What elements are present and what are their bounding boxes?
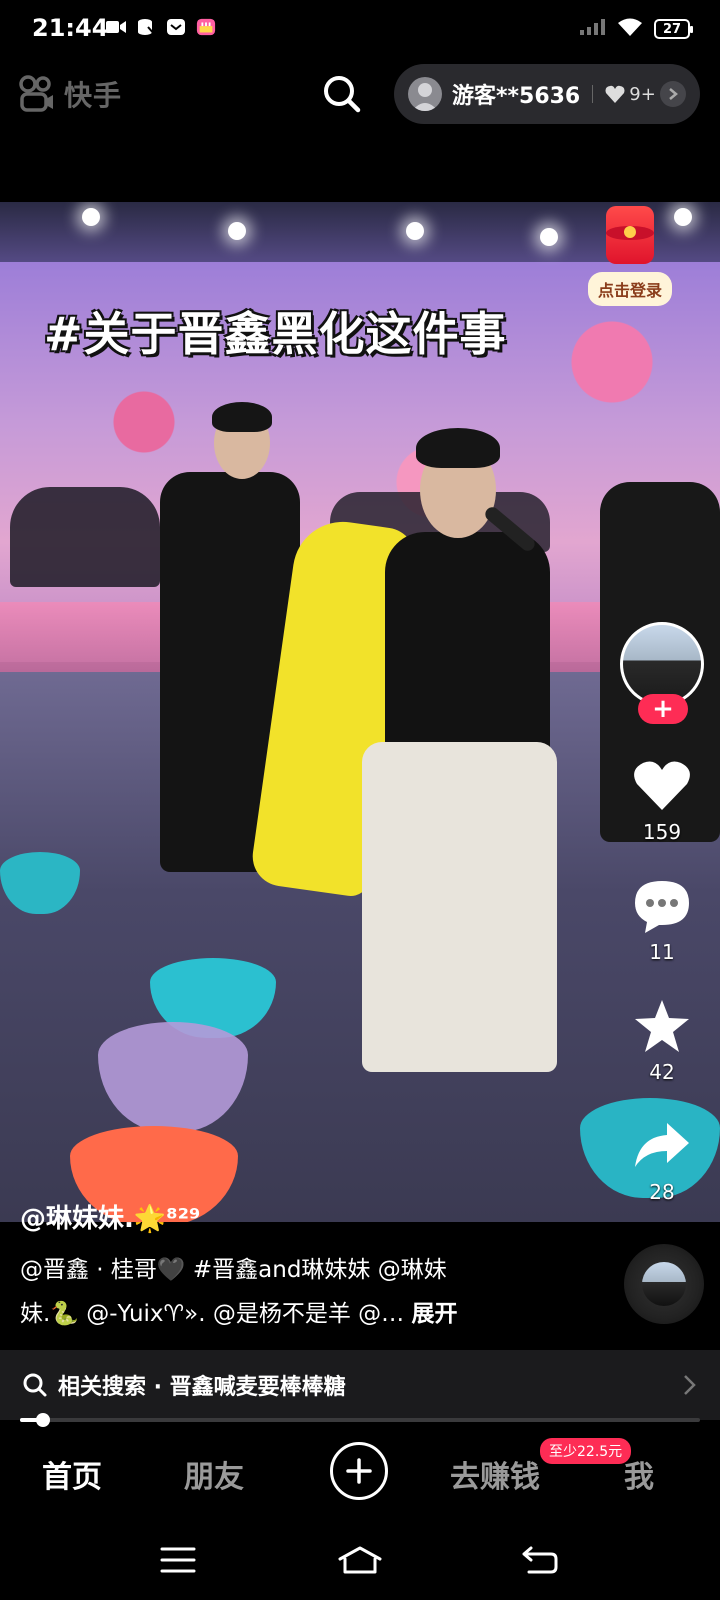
share-button[interactable]: 28 xyxy=(620,1118,704,1204)
comment-count: 11 xyxy=(649,940,675,964)
system-nav-bar xyxy=(0,1520,720,1600)
stage-light xyxy=(406,222,424,240)
comment-icon xyxy=(632,878,692,934)
chevron-right-icon xyxy=(684,1375,696,1395)
follow-button[interactable]: + xyxy=(638,694,688,724)
heart-icon xyxy=(605,85,625,103)
music-disc[interactable] xyxy=(624,1244,704,1324)
nav-home[interactable]: 首页 xyxy=(42,1452,102,1496)
star-icon xyxy=(632,998,692,1054)
login-red-packet[interactable]: 点击登录 xyxy=(588,206,673,306)
guest-user-pill[interactable]: 游客**5636 9+ xyxy=(394,64,700,124)
menu-icon xyxy=(160,1547,196,1573)
caption-line-2-wrap: 妹.🐍 @-Yuix♈︎». @是杨不是羊 @… 展开 xyxy=(20,1292,580,1336)
stage-light xyxy=(540,228,558,246)
nav-me[interactable]: 我 xyxy=(624,1452,654,1496)
app-logo[interactable]: 快手 xyxy=(18,74,122,114)
heart-icon xyxy=(632,758,692,814)
like-button[interactable]: 159 xyxy=(620,758,704,844)
bottom-nav: 首页 朋友 去赚钱 至少22.5元 我 xyxy=(0,1430,720,1520)
caption-line-2: 妹.🐍 @-Yuix♈︎». @是杨不是羊 @… xyxy=(20,1301,412,1327)
stage-light xyxy=(228,222,246,240)
author-name[interactable]: @琳妹妹.🌟⁸²⁹ xyxy=(20,1198,200,1235)
home-icon xyxy=(338,1546,382,1574)
earn-badge: 至少22.5元 xyxy=(540,1438,632,1464)
nav-earn[interactable]: 去赚钱 xyxy=(450,1452,540,1496)
video-progress-bar[interactable] xyxy=(20,1413,700,1427)
likes-count: 9+ xyxy=(629,83,656,105)
video-hashtag-title: #关于晋鑫黑化这件事 xyxy=(44,307,507,361)
status-time: 21:44 xyxy=(32,14,109,42)
favorite-button[interactable]: 42 xyxy=(620,998,704,1084)
cake-app-icon xyxy=(196,17,216,37)
main-performer-shirt xyxy=(385,532,550,762)
logo-text: 快手 xyxy=(64,79,123,112)
kuaishou-logo-icon xyxy=(19,75,53,112)
related-search-text: 相关搜索 · 晋鑫喊麦要棒棒糖 xyxy=(58,1375,346,1400)
status-icons-right: 27 xyxy=(580,18,693,40)
home-button[interactable] xyxy=(330,1540,390,1580)
like-count: 159 xyxy=(642,820,682,844)
search-button[interactable] xyxy=(320,72,364,116)
data-saver-icon xyxy=(136,17,156,37)
audience-group xyxy=(10,487,160,587)
share-count: 28 xyxy=(649,1180,675,1204)
chevron-right-icon xyxy=(660,81,686,107)
status-icons-left xyxy=(106,17,216,37)
favorite-count: 42 xyxy=(649,1060,675,1084)
video-camera-icon xyxy=(106,17,126,37)
search-icon xyxy=(324,76,361,113)
signal-icon xyxy=(580,19,606,39)
login-button[interactable]: 点击登录 xyxy=(588,272,673,306)
guest-avatar-icon xyxy=(408,77,442,111)
plus-icon xyxy=(346,1458,372,1484)
video-player[interactable]: #关于晋鑫黑化这件事 xyxy=(0,202,720,1222)
likes-indicator: 9+ xyxy=(605,84,656,105)
expand-caption-button[interactable]: 展开 xyxy=(411,1301,457,1327)
performer-hair xyxy=(212,402,272,432)
share-arrow-icon xyxy=(632,1118,692,1174)
back-button[interactable] xyxy=(510,1540,570,1580)
search-icon xyxy=(23,1373,47,1397)
back-icon xyxy=(522,1546,558,1574)
comment-button[interactable]: 11 xyxy=(620,878,704,964)
create-post-button[interactable] xyxy=(330,1442,388,1500)
pill-divider xyxy=(592,85,594,103)
progress-knob[interactable] xyxy=(36,1413,51,1427)
music-cover xyxy=(642,1262,686,1306)
status-bar: 21:44 27 xyxy=(0,0,720,60)
related-search-bar[interactable]: 相关搜索 · 晋鑫喊麦要棒棒糖 xyxy=(0,1350,720,1420)
guest-username: 游客**5636 xyxy=(452,84,581,109)
caption-line-1: @晋鑫 · 桂哥🖤 #晋鑫and琳妹妹 @琳妹 xyxy=(20,1257,447,1283)
main-performer-pants xyxy=(362,742,557,1072)
main-performer-hair xyxy=(416,428,500,468)
menu-button[interactable] xyxy=(148,1540,208,1580)
red-packet-icon xyxy=(606,206,654,264)
battery-icon: 27 xyxy=(654,19,693,39)
wifi-icon xyxy=(618,18,642,40)
stage-light xyxy=(674,208,692,226)
stage-light xyxy=(82,208,100,226)
video-caption[interactable]: @晋鑫 · 桂哥🖤 #晋鑫and琳妹妹 @琳妹 妹.🐍 @-Yuix♈︎». @… xyxy=(20,1248,580,1336)
nav-friends[interactable]: 朋友 xyxy=(184,1452,244,1496)
mail-icon xyxy=(166,17,186,37)
